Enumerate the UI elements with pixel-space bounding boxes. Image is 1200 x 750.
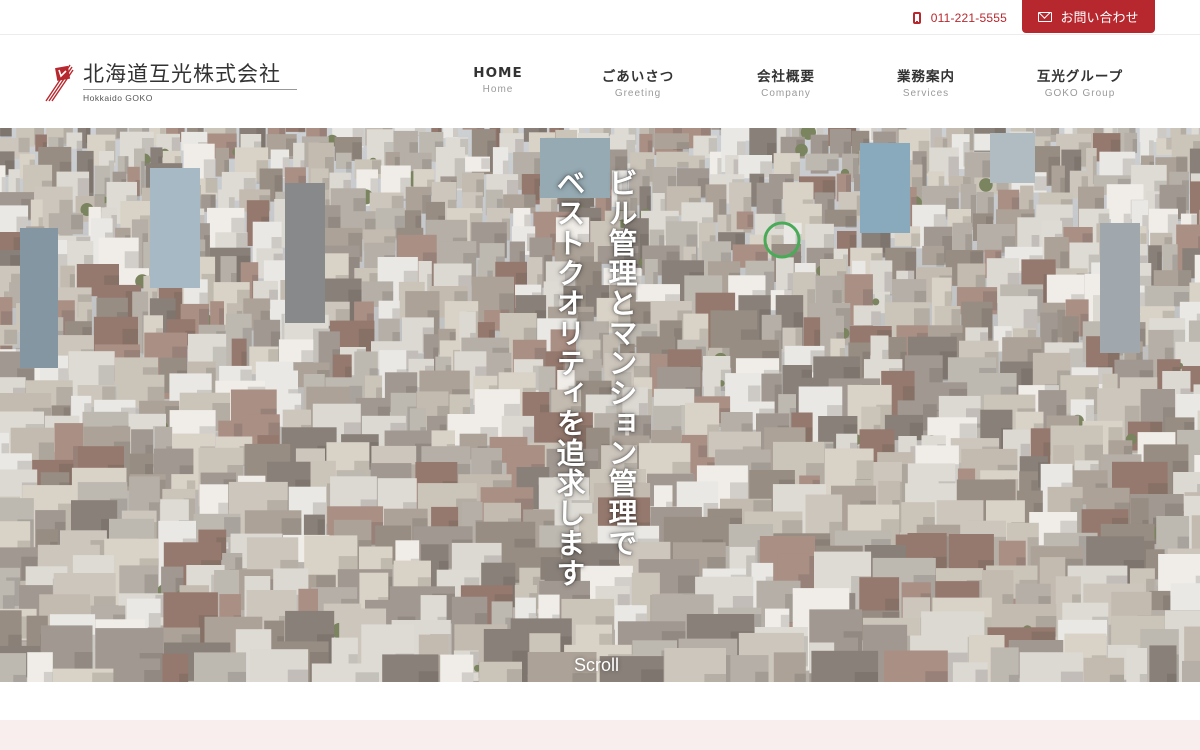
contact-label: お問い合わせ bbox=[1060, 11, 1139, 26]
nav-label: 会社概要 bbox=[757, 69, 815, 85]
phone-number: 011-221-5555 bbox=[930, 11, 1007, 25]
nav-item-services[interactable]: 業務案内 Services bbox=[861, 65, 991, 99]
top-utility-bar: 011-221-5555 お問い合わせ bbox=[0, 0, 1200, 35]
nav-sublabel: Services bbox=[902, 88, 950, 99]
scroll-indicator[interactable]: Scroll bbox=[574, 655, 619, 676]
nav-sublabel: Home bbox=[482, 84, 514, 95]
hero-section: ビル管理とマンション管理で ベストクオリティを追求します Scroll bbox=[0, 128, 1200, 682]
nav-item-greeting[interactable]: ごあいさつ Greeting bbox=[573, 65, 703, 99]
phone-link[interactable]: 011-221-5555 bbox=[912, 11, 1007, 25]
city-aerial-photo bbox=[0, 128, 1200, 682]
nav-item-goko-group[interactable]: 互光グループ GOKO Group bbox=[1015, 65, 1145, 99]
mail-icon bbox=[1038, 11, 1053, 22]
nav-label: ごあいさつ bbox=[601, 69, 675, 85]
nav-sublabel: Company bbox=[761, 88, 811, 99]
nav-label: 業務案内 bbox=[897, 69, 955, 85]
site-header: 北海道互光株式会社 Hokkaido GOKO HOME Home ごあいさつ … bbox=[0, 35, 1200, 128]
mobile-phone-icon bbox=[912, 12, 921, 24]
next-section-band bbox=[0, 720, 1200, 750]
nav-item-home[interactable]: HOME Home bbox=[433, 65, 563, 95]
hero-tagline-line1: ビル管理とマンション管理で bbox=[604, 168, 638, 558]
nav-label: HOME bbox=[473, 65, 523, 81]
main-nav: HOME Home ごあいさつ Greeting 会社概要 Company 業務… bbox=[0, 65, 1200, 105]
nav-item-company[interactable]: 会社概要 Company bbox=[721, 65, 851, 99]
nav-sublabel: GOKO Group bbox=[1044, 88, 1116, 99]
nav-sublabel: Greeting bbox=[614, 88, 662, 99]
nav-label: 互光グループ bbox=[1036, 69, 1124, 85]
contact-button[interactable]: お問い合わせ bbox=[1022, 0, 1155, 33]
hero-tagline-line2: ベストクオリティを追求します bbox=[552, 168, 586, 588]
